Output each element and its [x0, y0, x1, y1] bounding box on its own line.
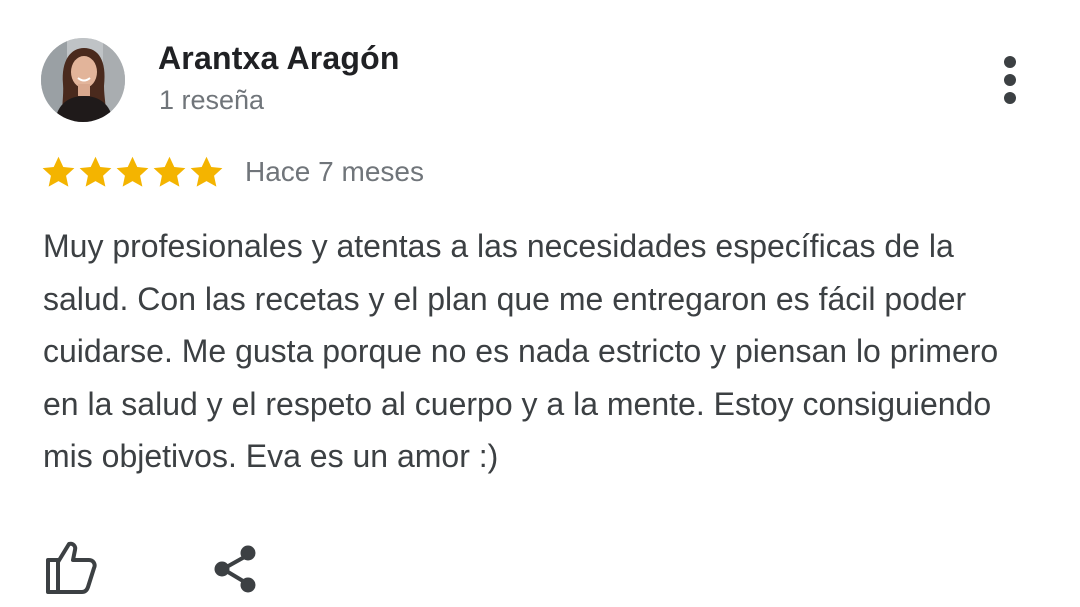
rating-row: Hace 7 meses: [40, 152, 424, 192]
star-icon: [79, 156, 112, 187]
star-icon: [153, 156, 186, 187]
share-icon: [214, 545, 256, 593]
star-icon: [190, 156, 223, 187]
star-rating: [40, 154, 225, 191]
more-options-button[interactable]: [990, 52, 1030, 108]
avatar[interactable]: [41, 38, 125, 122]
star-icon: [116, 156, 149, 187]
review-text: Muy profesionales y atentas a las necesi…: [43, 228, 999, 474]
review-time: Hace 7 meses: [245, 156, 424, 187]
review-count[interactable]: 1 reseña: [159, 85, 264, 116]
star-icon: [42, 156, 75, 187]
avatar-photo: [41, 38, 125, 122]
more-vert-icon: [1004, 56, 1016, 104]
thumb-up-icon: [46, 541, 97, 594]
share-button[interactable]: [208, 538, 268, 598]
reviewer-name[interactable]: Arantxa Aragón: [158, 40, 400, 77]
like-button[interactable]: [40, 538, 100, 598]
